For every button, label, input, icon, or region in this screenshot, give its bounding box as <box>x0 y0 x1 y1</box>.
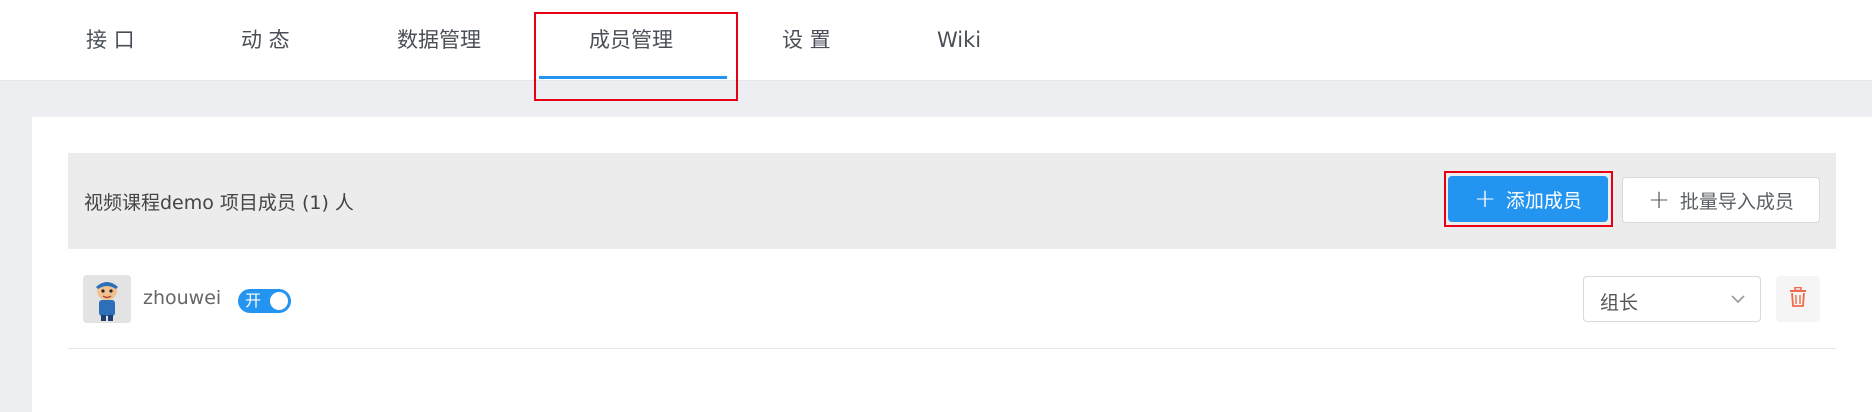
tab-data-management[interactable]: 数据管理 <box>397 0 481 80</box>
switch-label: 开 <box>245 291 262 310</box>
role-select-value: 组长 <box>1600 292 1639 314</box>
plus-icon: + <box>1474 184 1496 214</box>
batch-import-button[interactable]: + 批量导入成员 <box>1622 177 1820 223</box>
member-name: zhouwei <box>143 287 222 309</box>
tab-member-management[interactable]: 成员管理 <box>589 0 673 80</box>
trash-icon <box>1789 286 1807 311</box>
user-avatar-icon <box>83 275 131 323</box>
members-title: 视频课程demo 项目成员 (1) 人 <box>84 192 354 214</box>
add-member-button[interactable]: + 添加成员 <box>1448 176 1608 222</box>
chevron-down-icon <box>1730 291 1746 311</box>
tab-wiki[interactable]: Wiki <box>937 0 981 80</box>
tab-interface[interactable]: 接 口 <box>86 0 135 80</box>
member-row <box>68 250 1836 349</box>
plus-icon: + <box>1648 185 1670 215</box>
tab-settings[interactable]: 设 置 <box>782 0 831 80</box>
delete-member-button[interactable] <box>1776 276 1820 322</box>
switch-knob <box>270 292 288 310</box>
top-nav: 接 口 动 态 数据管理 成员管理 设 置 Wiki <box>0 0 1872 81</box>
active-tab-indicator <box>539 76 727 79</box>
member-toggle-switch[interactable]: 开 <box>238 289 291 313</box>
batch-import-label: 批量导入成员 <box>1679 190 1794 213</box>
add-member-label: 添加成员 <box>1505 189 1582 212</box>
role-select[interactable]: 组长 <box>1583 276 1761 322</box>
tab-activity[interactable]: 动 态 <box>241 0 290 80</box>
